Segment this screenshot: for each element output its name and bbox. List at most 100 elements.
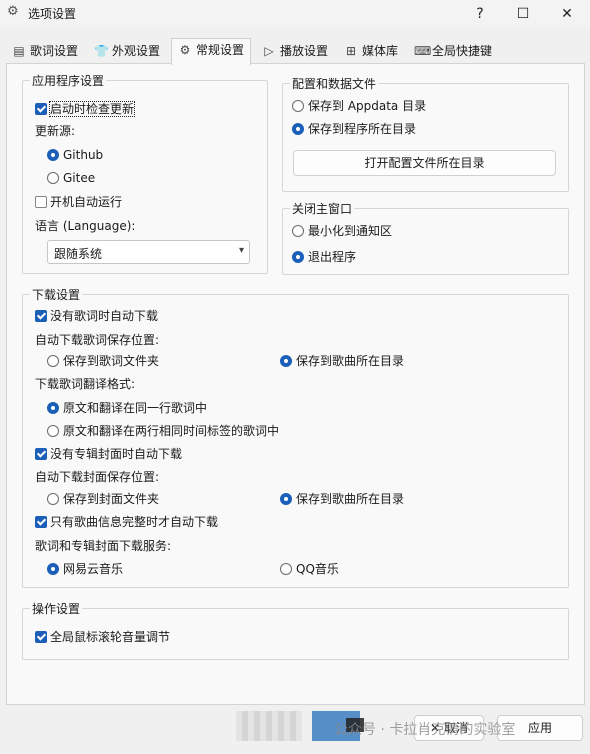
radio-label: QQ音乐	[296, 562, 339, 576]
play-icon: ▷	[264, 44, 274, 58]
radio-dot	[47, 563, 59, 575]
redacted-region	[236, 711, 302, 741]
window-title: 选项设置	[28, 7, 77, 21]
tab-media-library[interactable]: ⊞ 媒体库	[338, 40, 404, 63]
service-qq-radio[interactable]: QQ音乐	[280, 561, 339, 577]
gear-icon: ⚙	[179, 43, 191, 57]
checkbox-label: 开机自动运行	[50, 195, 123, 209]
group-title: 应用程序设置	[32, 74, 105, 88]
tab-label: 播放设置	[280, 44, 329, 58]
tab-playback[interactable]: ▷ 播放设置	[256, 40, 334, 63]
checkbox-label: 只有歌曲信息完整时才自动下载	[50, 515, 219, 529]
radio-label: 退出程序	[308, 250, 357, 264]
source-gitee-radio[interactable]: Gitee	[47, 170, 95, 186]
tab-label: 歌词设置	[30, 44, 79, 58]
radio-label: 原文和翻译在两行相同时间标签的歌词中	[63, 424, 280, 438]
maximize-button[interactable]: ☐	[500, 0, 546, 28]
checkbox-label: 全局鼠标滚轮音量调节	[50, 630, 171, 644]
open-config-dir-button[interactable]: 打开配置文件所在目录	[293, 150, 556, 176]
source-github-radio[interactable]: Github	[47, 147, 103, 163]
checkbox-label: 没有专辑封面时自动下载	[50, 447, 183, 461]
radio-label: 保存到歌曲所在目录	[296, 492, 405, 506]
only-complete-info-checkbox[interactable]: 只有歌曲信息完整时才自动下载	[35, 514, 218, 530]
auto-check-update-checkbox[interactable]: 启动时检查更新	[35, 101, 136, 117]
grid-icon: ⊞	[345, 44, 357, 58]
minimize-to-tray-radio[interactable]: 最小化到通知区	[292, 223, 392, 239]
radio-dot	[47, 402, 59, 414]
group-title: 配置和数据文件	[292, 77, 377, 91]
autorun-checkbox[interactable]: 开机自动运行	[35, 194, 122, 210]
group-title: 关闭主窗口	[292, 202, 353, 216]
lyrics-save-location-label: 自动下载歌词保存位置:	[35, 333, 160, 347]
radio-label: 保存到封面文件夹	[63, 492, 160, 506]
close-button[interactable]: ✕	[544, 0, 590, 28]
cover-save-folder-radio[interactable]: 保存到封面文件夹	[47, 491, 159, 507]
checkbox-label: 没有歌词时自动下载	[50, 309, 159, 323]
radio-dot	[47, 493, 59, 505]
auto-download-lyrics-checkbox[interactable]: 没有歌词时自动下载	[35, 308, 158, 324]
watermark: 公众号 · 卡拉肖克倩的实验室	[334, 722, 516, 738]
translation-format-label: 下载歌词翻译格式:	[35, 377, 136, 391]
radio-dot	[292, 123, 304, 135]
checkbox-box	[35, 196, 47, 208]
checkbox-box	[35, 631, 47, 643]
radio-label: 保存到歌曲所在目录	[296, 354, 405, 368]
wheel-volume-checkbox[interactable]: 全局鼠标滚轮音量调节	[35, 629, 170, 645]
tab-general[interactable]: ⚙ 常规设置	[171, 38, 252, 65]
radio-dot	[47, 172, 59, 184]
cover-save-location-label: 自动下载封面保存位置:	[35, 470, 160, 484]
radio-dot	[47, 149, 59, 161]
radio-label: 网易云音乐	[63, 562, 124, 576]
gear-icon: ⚙	[7, 4, 19, 19]
chevron-down-icon: ▾	[238, 245, 244, 256]
save-appdata-radio[interactable]: 保存到 Appdata 目录	[292, 98, 426, 114]
download-service-label: 歌词和专辑封面下载服务:	[35, 539, 172, 553]
radio-dot	[280, 355, 292, 367]
tab-hotkeys[interactable]: ⌨全局快捷键	[408, 40, 498, 63]
language-label: 语言 (Language):	[35, 219, 136, 233]
checkbox-box	[35, 448, 47, 460]
radio-label: 原文和翻译在同一行歌词中	[63, 401, 208, 415]
translation-same-line-radio[interactable]: 原文和翻译在同一行歌词中	[47, 400, 207, 416]
tab-label: 常规设置	[196, 43, 245, 57]
shirt-icon: 👕	[94, 44, 109, 58]
general-settings-panel: 应用程序设置 启动时检查更新 更新源: Github Gitee 开机自动运行 …	[6, 63, 585, 705]
radio-label: 保存到歌词文件夹	[63, 354, 160, 368]
language-value: 跟随系统	[54, 247, 103, 261]
tab-bar: ▤ 歌词设置 👕 外观设置 ⚙ 常规设置 ▷ 播放设置 ⊞ 媒体库 ⌨全局快捷键	[6, 38, 584, 65]
checkbox-box	[35, 103, 47, 115]
lyrics-save-folder-radio[interactable]: 保存到歌词文件夹	[47, 353, 159, 369]
title-bar: ⚙ 选项设置 ? ☐ ✕	[0, 0, 590, 28]
tab-appearance[interactable]: 👕 外观设置	[88, 40, 166, 63]
help-button[interactable]: ?	[457, 0, 503, 28]
exit-program-radio[interactable]: 退出程序	[292, 249, 356, 265]
checkbox-box	[35, 310, 47, 322]
tab-label: 外观设置	[112, 44, 161, 58]
radio-dot	[47, 355, 59, 367]
radio-label: 最小化到通知区	[308, 224, 393, 238]
cover-save-song-dir-radio[interactable]: 保存到歌曲所在目录	[280, 491, 404, 507]
group-title: 操作设置	[32, 602, 81, 616]
radio-label: 保存到 Appdata 目录	[308, 99, 427, 113]
auto-download-cover-checkbox[interactable]: 没有专辑封面时自动下载	[35, 446, 182, 462]
radio-dot	[47, 425, 59, 437]
tab-lyrics[interactable]: ▤ 歌词设置	[6, 40, 84, 63]
lyrics-save-song-dir-radio[interactable]: 保存到歌曲所在目录	[280, 353, 404, 369]
translation-two-lines-radio[interactable]: 原文和翻译在两行相同时间标签的歌词中	[47, 423, 279, 439]
service-netease-radio[interactable]: 网易云音乐	[47, 561, 123, 577]
lyrics-icon: ▤	[13, 44, 25, 58]
tab-label: 媒体库	[362, 44, 399, 58]
radio-dot	[280, 563, 292, 575]
checkbox-label: 启动时检查更新	[48, 101, 136, 117]
checkbox-box	[35, 516, 47, 528]
radio-label: Github	[63, 148, 104, 162]
tab-label: 全局快捷键	[432, 44, 493, 58]
language-select[interactable]: 跟随系统 ▾	[47, 240, 250, 264]
radio-dot	[292, 100, 304, 112]
radio-label: 保存到程序所在目录	[308, 122, 417, 136]
save-program-dir-radio[interactable]: 保存到程序所在目录	[292, 121, 416, 137]
radio-dot	[292, 225, 304, 237]
update-source-label: 更新源:	[35, 124, 76, 138]
radio-dot	[292, 251, 304, 263]
radio-dot	[280, 493, 292, 505]
